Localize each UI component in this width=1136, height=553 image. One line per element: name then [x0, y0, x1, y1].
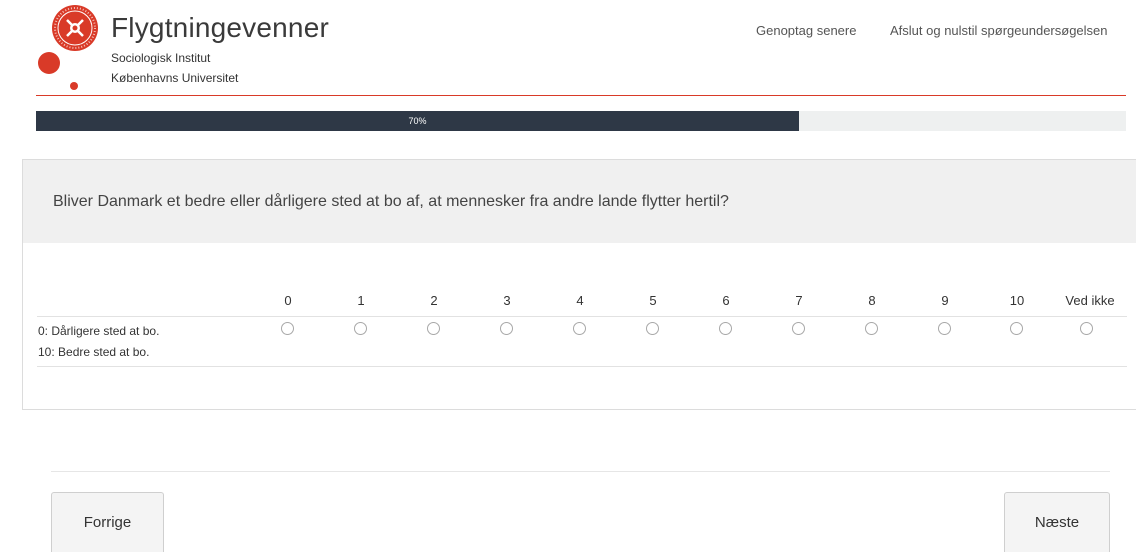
radio-option-5[interactable] [646, 322, 659, 335]
survey-title: Flygtningevenner [111, 12, 329, 43]
question-text: Bliver Danmark et bedre eller dårligere … [53, 193, 729, 210]
radio-option-1[interactable] [354, 322, 367, 335]
row-divider-top [37, 316, 1127, 317]
radio-option-7[interactable] [792, 322, 805, 335]
progress-bar: 70% [36, 111, 1126, 131]
scale-header-3: 3 [503, 293, 511, 308]
next-button[interactable]: Næste [1004, 492, 1110, 552]
scale-header-dont-know: Ved ikke [1065, 293, 1115, 308]
radio-option-10[interactable] [1010, 322, 1023, 335]
logo-dot-small [70, 82, 78, 90]
scale-header-10: 10 [1009, 293, 1025, 308]
previous-button[interactable]: Forrige [51, 492, 164, 552]
radio-option-3[interactable] [500, 322, 513, 335]
scale-header-6: 6 [722, 293, 730, 308]
radio-option-6[interactable] [719, 322, 732, 335]
university-name: Københavns Universitet [111, 71, 239, 85]
scale-anchor-high: 10: Bedre sted at bo. [38, 345, 150, 359]
survey-header: Flygtningevenner Sociologisk Institut Kø… [0, 0, 1136, 96]
question-card: Bliver Danmark et bedre eller dårligere … [22, 159, 1136, 410]
row-divider-bottom [37, 366, 1127, 367]
institute-name: Sociologisk Institut [111, 51, 211, 65]
scale-header-2: 2 [430, 293, 438, 308]
radio-option-8[interactable] [865, 322, 878, 335]
scale-header-0: 0 [284, 293, 292, 308]
scale-header-1: 1 [357, 293, 365, 308]
question-header: Bliver Danmark et bedre eller dårligere … [23, 160, 1136, 243]
scale-header-8: 8 [868, 293, 876, 308]
scale-anchor-low: 0: Dårligere sted at bo. [38, 324, 160, 338]
radio-option-2[interactable] [427, 322, 440, 335]
radio-option-4[interactable] [573, 322, 586, 335]
radio-option-9[interactable] [938, 322, 951, 335]
resume-later-link[interactable]: Genoptag senere [756, 23, 856, 38]
radio-option-dont-know[interactable] [1080, 322, 1093, 335]
scale-header-5: 5 [649, 293, 657, 308]
logo-dot-large [38, 52, 60, 74]
progress-bar-fill: 70% [36, 111, 799, 131]
university-seal-logo [52, 5, 98, 51]
scale-header-9: 9 [941, 293, 949, 308]
radio-option-0[interactable] [281, 322, 294, 335]
scale-header-4: 4 [576, 293, 584, 308]
progress-label: 70% [408, 116, 427, 126]
exit-and-reset-link[interactable]: Afslut og nulstil spørgeundersøgelsen [890, 23, 1108, 38]
footer-divider [51, 471, 1110, 472]
scale-header-7: 7 [795, 293, 803, 308]
header-divider [36, 95, 1126, 96]
